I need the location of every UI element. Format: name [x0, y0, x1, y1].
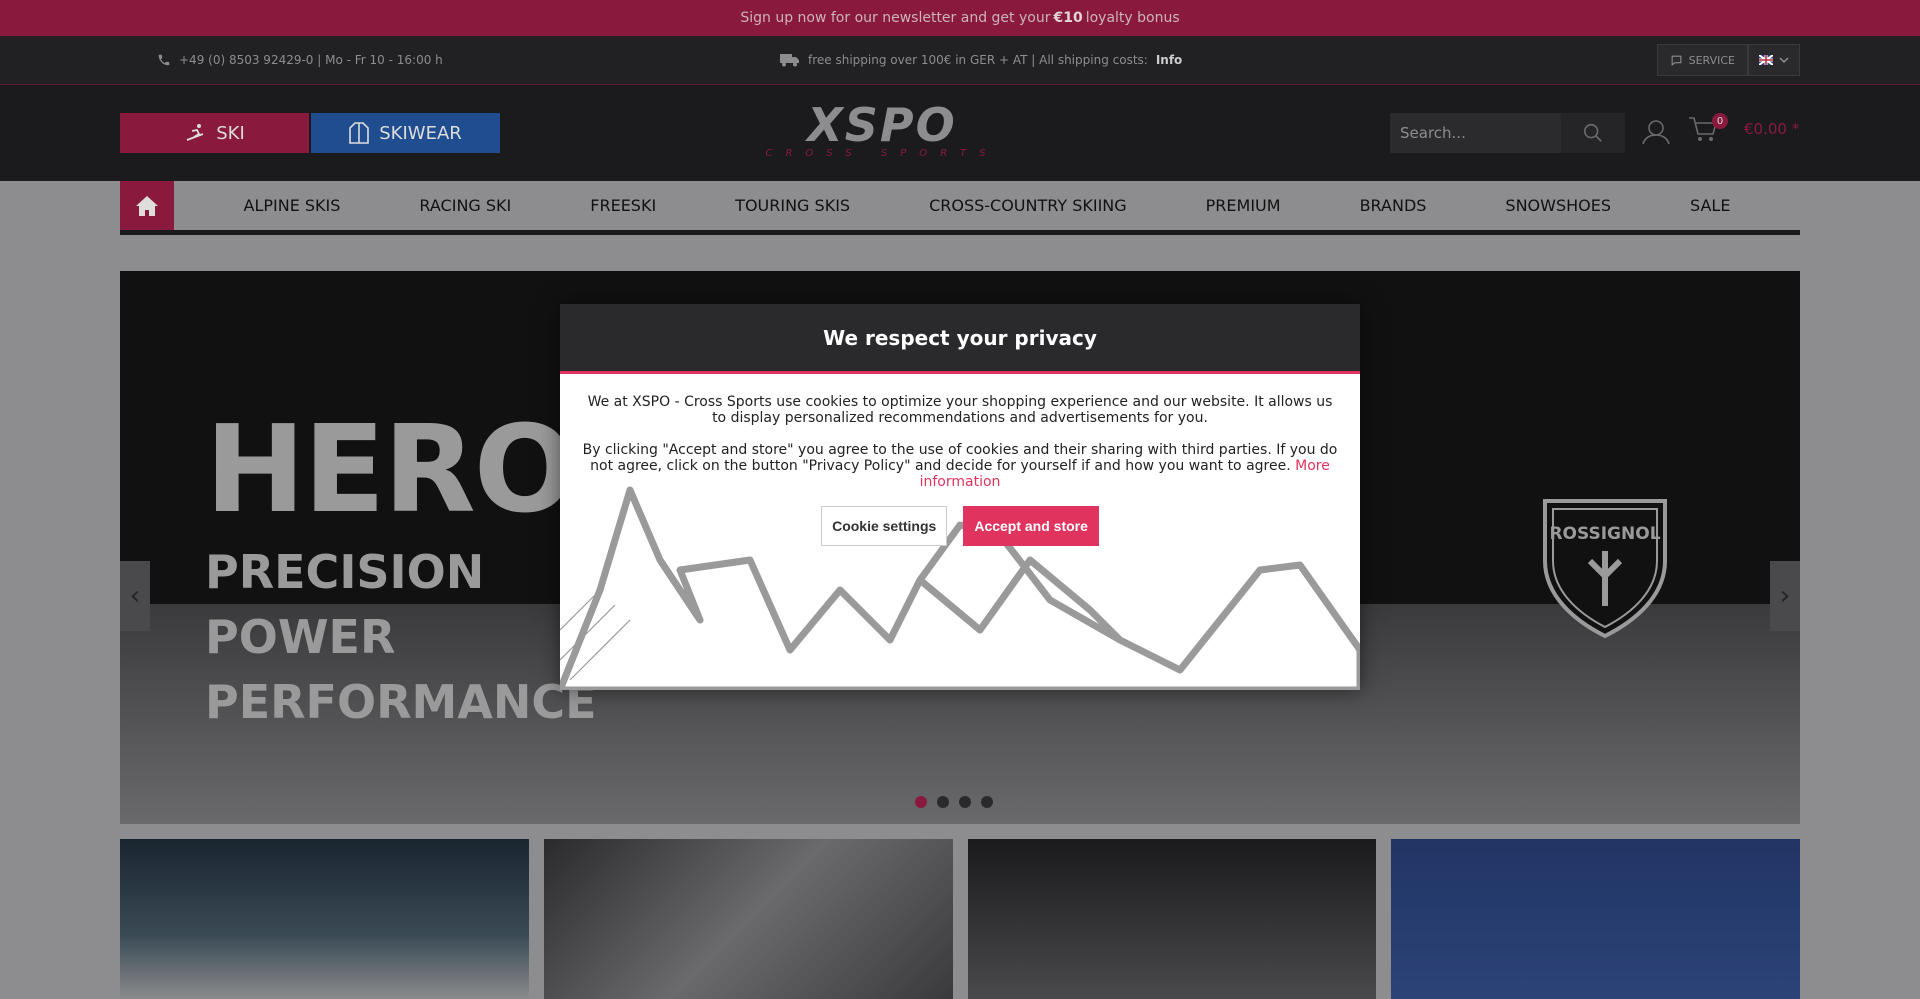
account-button[interactable] — [1641, 119, 1671, 149]
cookie-settings-button[interactable]: Cookie settings — [821, 506, 948, 546]
hero-title: HERO — [205, 401, 576, 540]
phone-icon — [158, 54, 170, 66]
category-ski-button[interactable]: SKI — [120, 113, 309, 153]
newsletter-text-pre: Sign up now for our newsletter and get y… — [740, 10, 1051, 26]
modal-title: We respect your privacy — [560, 304, 1360, 374]
nav-premium[interactable]: PREMIUM — [1206, 196, 1281, 215]
chat-bubble-icon — [1671, 55, 1681, 66]
category-ski-label: SKI — [216, 122, 245, 144]
accept-and-store-button[interactable]: Accept and store — [963, 506, 1099, 546]
search-box: Search... — [1390, 113, 1625, 153]
uk-flag-icon — [1759, 55, 1773, 65]
hero-line-3: PERFORMANCE — [205, 675, 597, 729]
cart-total: €0.00 * — [1744, 120, 1800, 138]
newsletter-amount: €10 — [1053, 10, 1083, 26]
slider-dot-2[interactable] — [937, 796, 949, 808]
info-bar: +49 (0) 8503 92429-0 | Mo - Fr 10 - 16:0… — [0, 36, 1920, 85]
nav-snowshoes[interactable]: SNOWSHOES — [1505, 196, 1611, 215]
rossignol-text: ROSSIGNOL — [1549, 524, 1660, 544]
slider-dot-1[interactable] — [915, 796, 927, 808]
hero-text: HERO PRECISION POWER PERFORMANCE — [205, 411, 597, 726]
truck-icon — [780, 54, 799, 67]
nav-racing-ski[interactable]: RACING SKI — [419, 196, 511, 215]
modal-paragraph-2: By clicking "Accept and store" you agree… — [580, 442, 1340, 490]
rossignol-logo: ROSSIGNOL — [1543, 499, 1667, 639]
nav-alpine-skis[interactable]: ALPINE SKIS — [244, 196, 341, 215]
category-skiwear-label: SKIWEAR — [379, 122, 462, 144]
home-button[interactable] — [120, 181, 174, 230]
search-icon — [1583, 123, 1602, 142]
search-input[interactable]: Search... — [1390, 113, 1561, 153]
chevron-left-icon: ‹ — [129, 581, 141, 611]
cart-count-badge: 0 — [1712, 113, 1728, 129]
modal-paragraph-2-text: By clicking "Accept and store" you agree… — [582, 442, 1338, 474]
teaser-tile[interactable] — [120, 839, 529, 999]
shipping-text: free shipping over 100€ in GER + AT | Al… — [808, 53, 1148, 67]
modal-buttons: Cookie settings Accept and store — [580, 506, 1340, 546]
modal-paragraph-1: We at XSPO - Cross Sports use cookies to… — [587, 394, 1333, 426]
main-navigation: ALPINE SKIS RACING SKI FREESKI TOURING S… — [120, 181, 1800, 235]
svg-text:XSPO: XSPO — [804, 103, 956, 152]
nav-sale[interactable]: SALE — [1690, 196, 1730, 215]
skier-icon — [186, 124, 204, 141]
teaser-tile[interactable] — [967, 839, 1377, 999]
xspo-logo[interactable]: XSPO CROSS SPORTS — [750, 103, 1015, 163]
chevron-right-icon: › — [1779, 581, 1791, 611]
shipping-info-link[interactable]: Info — [1156, 53, 1182, 67]
slider-dot-4[interactable] — [981, 796, 993, 808]
nav-touring-skis[interactable]: TOURING SKIS — [735, 196, 850, 215]
nav-freeski[interactable]: FREESKI — [590, 196, 656, 215]
user-icon — [1642, 120, 1670, 145]
slider-dots — [915, 796, 993, 808]
newsletter-banner[interactable]: Sign up now for our newsletter and get y… — [0, 0, 1920, 36]
site-header: SKI SKIWEAR XSPO CROSS SPORTS Search... … — [0, 85, 1920, 181]
service-label: SERVICE — [1688, 53, 1735, 67]
hero-line-1: PRECISION — [205, 545, 485, 599]
svg-text:CROSS SPORTS: CROSS SPORTS — [766, 148, 999, 159]
nav-brands[interactable]: BRANDS — [1360, 196, 1427, 215]
slider-dot-3[interactable] — [959, 796, 971, 808]
teaser-tiles — [120, 839, 1800, 999]
cart-button[interactable]: 0 €0.00 * — [1688, 113, 1800, 143]
jacket-icon — [349, 122, 370, 144]
slider-prev-button[interactable]: ‹ — [120, 561, 150, 631]
chevron-down-icon — [1779, 57, 1789, 64]
nav-cross-country[interactable]: CROSS-COUNTRY SKIING — [929, 196, 1127, 215]
category-skiwear-button[interactable]: SKIWEAR — [311, 113, 500, 153]
teaser-tile[interactable] — [1391, 839, 1800, 999]
teaser-tile[interactable] — [543, 839, 953, 999]
service-button[interactable]: SERVICE — [1656, 44, 1748, 76]
privacy-modal: We respect your privacy We at XSPO - Cro… — [560, 304, 1360, 690]
newsletter-text-post: loyalty bonus — [1085, 10, 1180, 26]
phone-hours: +49 (0) 8503 92429-0 | Mo - Fr 10 - 16:0… — [179, 53, 443, 67]
modal-body: We at XSPO - Cross Sports use cookies to… — [560, 374, 1360, 546]
home-icon — [136, 195, 158, 216]
slider-next-button[interactable]: › — [1770, 561, 1800, 631]
language-select[interactable] — [1748, 44, 1800, 76]
search-button[interactable] — [1561, 113, 1625, 153]
hero-line-2: POWER — [205, 610, 396, 664]
